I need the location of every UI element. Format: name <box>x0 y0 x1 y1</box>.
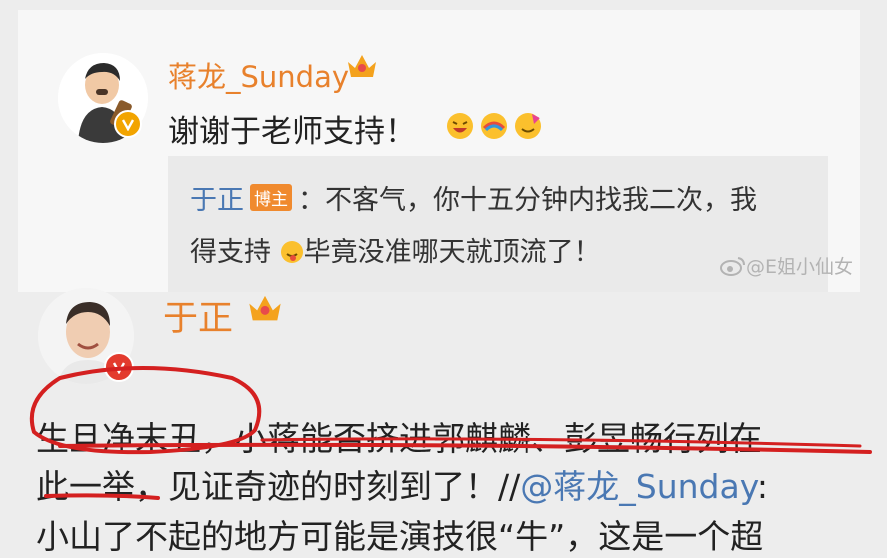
reply-message: 谢谢于老师支持！ <box>168 114 416 150</box>
tongue-face-icon <box>280 241 303 263</box>
quote-author-link[interactable]: 于正 <box>190 185 244 216</box>
reply-author-name[interactable]: 蒋龙_Sunday <box>168 54 349 96</box>
post-text-line-1: 生旦净末丑，小蒋能否挤进郭麒麟、彭昱畅行列在 <box>36 419 762 458</box>
watermark: @E姐小仙女 <box>719 252 853 279</box>
crown-icon <box>348 55 376 77</box>
quote-text-2b: 毕竟没准哪天就顶流了！ <box>303 237 601 268</box>
party-face-icon <box>515 113 541 139</box>
mention-link[interactable]: @蒋龙_Sunday <box>520 467 757 506</box>
weibo-logo-icon <box>719 257 745 276</box>
watermark-text: @E姐小仙女 <box>745 256 853 278</box>
quote-text-1: ：不客气，你十五分钟内找我二次，我 <box>298 185 757 216</box>
quote-text-2a: 得支持 <box>190 237 271 268</box>
post-text-line-2: 此一举，见证奇迹的时刻到了！//@蒋龙_Sunday: <box>36 460 768 508</box>
quote-line-2: 得支持 毕竟没准哪天就顶流了！ <box>190 230 601 269</box>
rainbow-face-icon <box>481 113 507 139</box>
quote-line-1: 于正 博主 ：不客气，你十五分钟内找我二次，我 <box>190 178 757 217</box>
post-author-name[interactable]: 于正 <box>163 290 233 341</box>
laughing-face-icon <box>447 113 473 139</box>
reply-card: 蒋龙_Sunday 谢谢于老师支持！ 于正 博主 ：不客气，你十五分钟内找我二次，我… <box>18 10 860 292</box>
verified-badge-icon <box>114 110 142 138</box>
post-text-2b: : <box>756 467 768 506</box>
verified-badge-icon <box>104 352 134 382</box>
blogger-badge: 博主 <box>250 184 292 211</box>
crown-icon <box>249 295 281 321</box>
post-text-line-3: 小山了不起的地方可能是演技很“牛”，这是一个超 <box>36 517 764 556</box>
post-text-2a: 此一举，见证奇迹的时刻到了！// <box>36 467 521 506</box>
